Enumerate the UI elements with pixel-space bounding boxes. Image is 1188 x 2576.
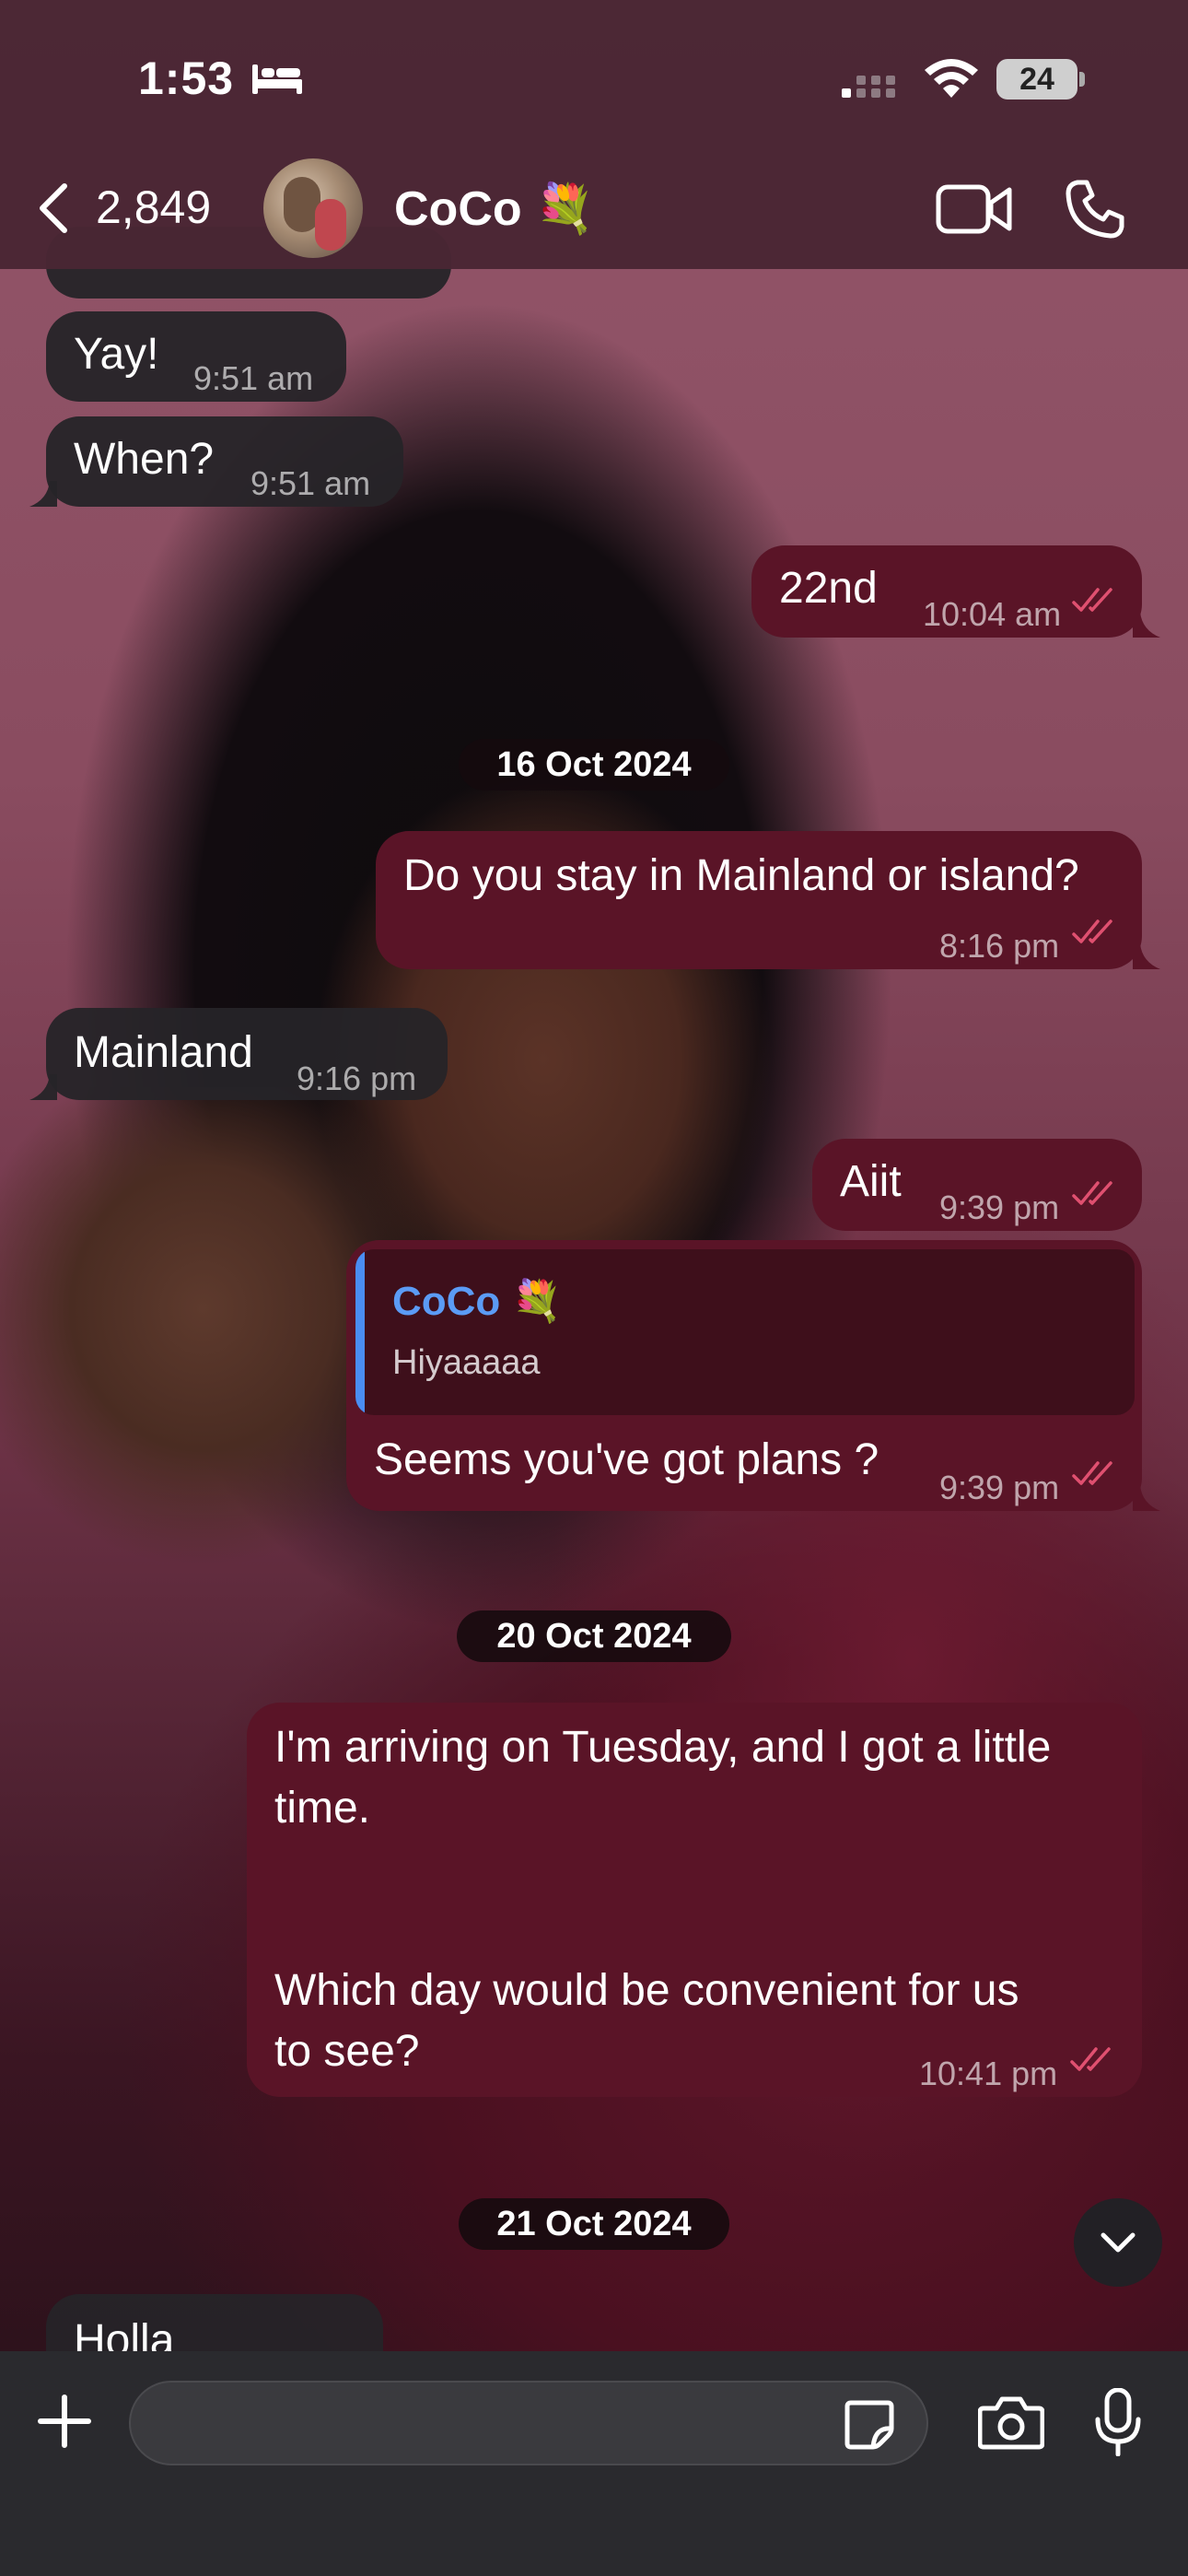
quoted-reply[interactable]: CoCo 💐 Hiyaaaaa (355, 1249, 1135, 1415)
plus-icon[interactable] (37, 2394, 92, 2449)
date-separator: 21 Oct 2024 (459, 2198, 729, 2250)
camera-icon[interactable] (978, 2394, 1044, 2451)
reply-accent-bar (355, 1249, 365, 1415)
message-input[interactable] (129, 2381, 928, 2465)
message-bubble-incoming[interactable]: Mainland 9:16 pm (46, 1008, 448, 1100)
bubble-tail-icon (29, 1074, 57, 1100)
chat-header: 1:53 24 2,849 CoCo 💐 (0, 0, 1188, 269)
message-bubble-outgoing[interactable]: I'm arriving on Tuesday, and I got a lit… (247, 1703, 1142, 2097)
status-time: 1:53 (138, 53, 235, 104)
chevron-down-icon (1101, 2232, 1136, 2253)
message-text-line: Which day would be convenient for us (274, 1966, 1019, 2015)
bubble-tail-icon (1133, 1485, 1160, 1511)
double-check-icon (1072, 1461, 1112, 1485)
date-separator: 20 Oct 2024 (457, 1610, 731, 1662)
reply-quoted-text: Hiyaaaaa (392, 1343, 541, 1382)
back-chevron-icon[interactable] (33, 181, 72, 236)
message-text: Yay! (74, 330, 159, 379)
battery-indicator: 24 (996, 59, 1077, 100)
reply-sender-name: CoCo 💐 (392, 1279, 563, 1324)
message-text: When? (74, 435, 215, 484)
message-time: 10:04 am (923, 595, 1062, 633)
message-time: 8:16 pm (939, 927, 1060, 965)
message-time: 10:41 pm (919, 2055, 1058, 2092)
double-check-icon (1072, 588, 1112, 612)
bubble-tail-icon (1133, 612, 1160, 638)
message-text-line: to see? (274, 2027, 420, 2076)
double-check-icon (1072, 1181, 1112, 1205)
message-time: 9:39 pm (939, 1188, 1060, 1226)
message-text-line: time. (274, 1784, 371, 1832)
message-bubble-outgoing[interactable]: Do you stay in Mainland or island? 8:16 … (376, 831, 1142, 969)
wifi-icon (925, 59, 978, 98)
message-text: Do you stay in Mainland or island? (403, 851, 1079, 900)
bubble-tail-icon (29, 481, 57, 507)
message-bubble-incoming[interactable]: Yay! 9:51 am (46, 311, 346, 402)
bubble-tail-icon (1133, 943, 1160, 969)
scroll-to-bottom-button[interactable] (1074, 2198, 1162, 2287)
sticker-icon[interactable] (842, 2397, 897, 2453)
message-text: 22nd (779, 564, 878, 613)
video-call-icon[interactable] (936, 182, 1013, 236)
phone-call-icon[interactable] (1065, 179, 1125, 240)
message-bubble-outgoing[interactable]: Aiit 9:39 pm (812, 1139, 1142, 1231)
message-text: Mainland (74, 1028, 253, 1077)
microphone-icon[interactable] (1094, 2388, 1142, 2456)
message-text-line: I'm arriving on Tuesday, and I got a lit… (274, 1723, 1052, 1772)
message-text: Aiit (840, 1157, 902, 1206)
message-composer (0, 2351, 1188, 2576)
message-text: Seems you've got plans ? (374, 1435, 879, 1484)
message-bubble-outgoing[interactable]: 22nd 10:04 am (751, 545, 1142, 638)
avatar[interactable] (263, 158, 363, 258)
signal-icon (842, 76, 895, 98)
double-check-icon (1072, 919, 1112, 943)
message-time: 9:39 pm (939, 1469, 1060, 1506)
date-separator: 16 Oct 2024 (459, 739, 729, 790)
message-time: 9:16 pm (297, 1060, 417, 1097)
message-time: 9:51 am (250, 464, 371, 502)
double-check-icon (1070, 2047, 1111, 2071)
message-time: 9:51 am (193, 359, 314, 397)
bed-icon (252, 64, 302, 94)
contact-name[interactable]: CoCo 💐 (394, 181, 595, 237)
unread-count[interactable]: 2,849 (96, 181, 211, 234)
battery-tip (1079, 72, 1085, 87)
message-bubble-incoming[interactable]: When? 9:51 am (46, 416, 403, 507)
